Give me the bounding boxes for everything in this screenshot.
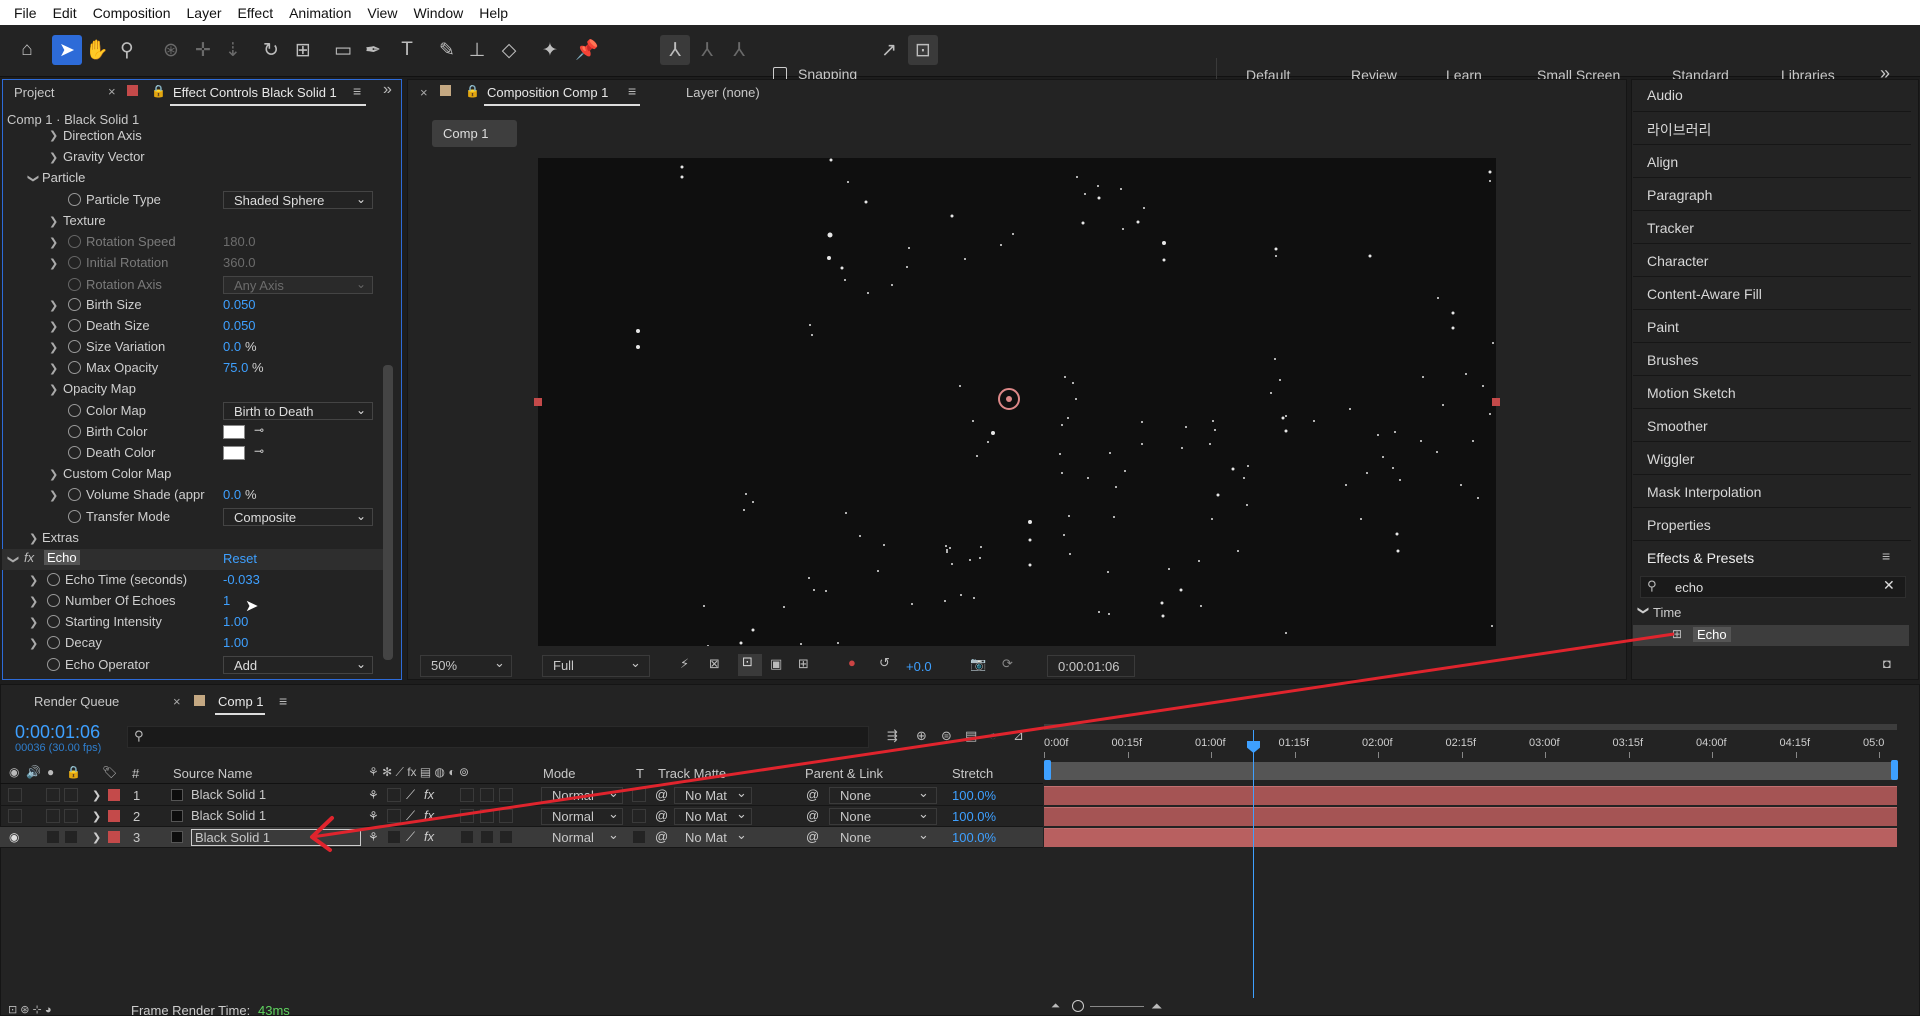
- annotation-arrow: [310, 632, 1675, 852]
